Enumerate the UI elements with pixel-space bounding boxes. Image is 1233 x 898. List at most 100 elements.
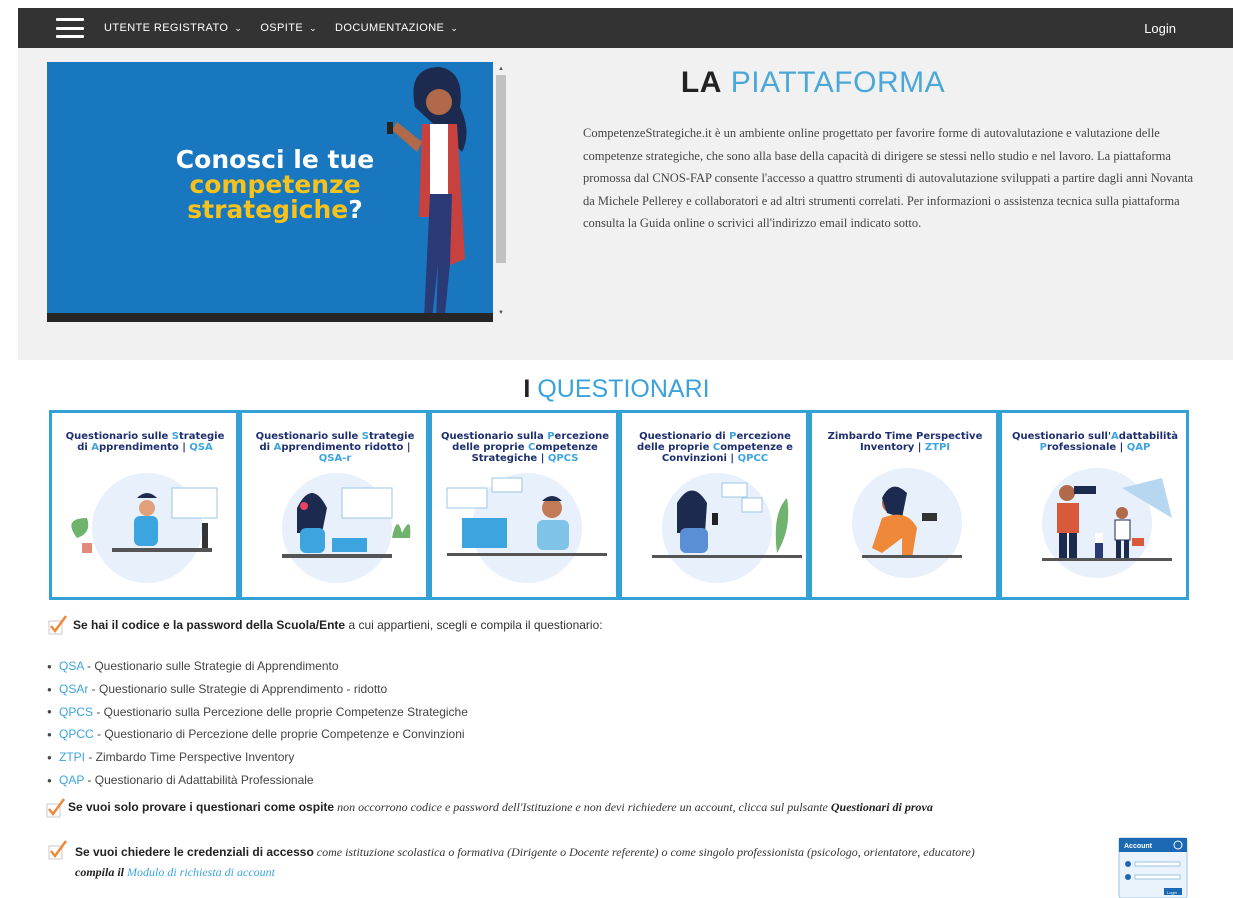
bullet-icon: ● [47,684,52,694]
platform-description: CompetenzeStrategiche.it è un ambiente o… [583,126,1194,230]
questionnaire-card-ztpi[interactable]: Zimbardo Time Perspective Inventory | ZT… [809,410,999,600]
card-code: QAP [1126,442,1151,453]
menu-label: UTENTE REGISTRATO [104,22,229,34]
bullet-icon: ● [47,753,52,763]
account-icon-label: Account [1124,843,1153,850]
card-title: Questionario sulle Strategie di Apprendi… [250,431,420,464]
questionnaire-link[interactable]: QPCS [59,705,93,719]
questionnaire-link[interactable]: ZTPI [59,750,85,764]
menu-utente-registrato[interactable]: UTENTE REGISTRATO ⌄ [104,22,242,34]
card-title: Zimbardo Time Perspective Inventory | ZT… [820,431,990,453]
card-code: ZTPI [924,442,951,453]
questionnaire-card-qpcc[interactable]: Questionario di Percezione delle proprie… [619,410,809,600]
questionnaire-description: - Questionario di Percezione delle propr… [93,727,465,742]
scrollbar-thumb[interactable] [496,75,506,263]
card-title-highlight: A [91,442,100,453]
questionnaire-description: - Questionario di Adattabilità Professio… [84,773,314,788]
woman-illustration [387,67,467,321]
title-bold: I [523,375,531,403]
card-title-highlight: S [171,431,179,442]
card-title-text: Questionario sulla [441,431,548,442]
card-title-highlight: P [547,431,555,442]
card-title-text: Questionario sull' [1012,431,1112,442]
chevron-down-icon: ⌄ [234,22,243,33]
questionnaire-link[interactable]: QAP [59,773,84,787]
card-title: Questionario di Percezione delle proprie… [630,431,800,464]
scroll-down-icon[interactable]: ▼ [494,308,508,318]
instruction-registered: Se hai il codice e la password della Scu… [73,618,603,632]
questionnaire-card-qsa[interactable]: Questionario sulle Strategie di Apprendi… [49,410,239,600]
questionnaire-link[interactable]: QPCC [59,727,94,741]
questionnaire-card-qpcs[interactable]: Questionario sulla Percezione delle prop… [429,410,619,600]
instruction-bold: Se hai il codice e la password della Scu… [73,618,346,632]
card-title: Questionario sulle Strategie di Apprendi… [60,431,230,453]
instruction-request-credentials: Se vuoi chiedere le credenziali di acces… [75,842,1085,882]
hero-section: Conosci le tue competenze strategiche? ▲… [18,48,1233,360]
top-navbar: UTENTE REGISTRATO ⌄ OSPITE ⌄ DOCUMENTAZION… [18,8,1233,48]
card-title-text: Questionario di [639,431,730,442]
card-title-text: rofessionale | [1046,442,1127,453]
hero-slide: Conosci le tue competenze strategiche? [47,62,493,321]
scroll-up-icon[interactable]: ▲ [494,64,508,74]
card-code: QSA-r [318,453,352,464]
card-title-text: Zimbardo Time Perspective [827,431,983,442]
list-item: ● QSAr - Questionario sulle Strategie di … [47,678,468,701]
list-item: ● QSA - Questionario sulle Strategie di A… [47,655,468,678]
card-title-text: dattabilità [1118,431,1178,442]
account-request-form-link[interactable]: Modulo di richiesta di account [127,865,275,879]
list-item: ● ZTPI - Zimbardo Time Perspective Invent… [47,746,468,769]
card-title: Questionario sull'Adattabilità Professio… [1010,431,1180,453]
questionnaires-title: I QUESTIONARI [0,375,1233,404]
login-link[interactable]: Login [1144,21,1176,36]
questionnaire-link[interactable]: QSAr [59,682,88,696]
bullet-icon: ● [47,775,52,785]
card-illustration [852,468,962,578]
card-title-text: pprendimento ridotto | [281,442,411,453]
list-item: ● QPCS - Questionario sulla Percezione de… [47,701,468,724]
checkmark-icon [48,840,68,860]
instruction-text: a cui appartieni, scegli e compila il qu… [345,618,603,632]
menu-label: DOCUMENTAZIONE [335,22,445,34]
questionnaire-link[interactable]: QSA [59,659,84,673]
questionnaire-description: - Zimbardo Time Perspective Inventory [85,750,295,765]
card-title-highlight: S [361,431,369,442]
card-title-highlight: P [1039,442,1047,453]
questionnaire-card-qap[interactable]: Questionario sull'Adattabilità Professio… [999,410,1189,600]
questionnaire-description: - Questionario sulle Strategie di Appren… [88,681,388,696]
card-title-text: Questionario sulle [65,431,172,442]
instruction-compila: compila il [75,865,127,879]
bullet-icon: ● [47,707,52,717]
card-illustration [1042,468,1172,578]
questionnaire-list: ● QSA - Questionario sulle Strategie di A… [47,655,468,792]
card-code: QPCC [737,453,769,464]
instruction-italic: come istituzione scolastica o formativa … [313,845,975,859]
card-title-text: pprendimento | [99,442,190,453]
checkmark-icon [46,798,66,818]
card-illustration [71,473,218,583]
chevron-down-icon: ⌄ [450,22,459,33]
account-form-icon[interactable]: Account Login [1118,837,1188,898]
card-illustration [652,473,802,583]
card-title-text: Inventory | [859,442,925,453]
menu-ospite[interactable]: OSPITE ⌄ [260,22,317,34]
instruction-italic: non occorrono codice e password dell'Ist… [334,800,831,814]
title-light: PIATTAFORMA [730,66,946,99]
questionnaire-cards: Questionario sulle Strategie di Apprendi… [49,410,1191,600]
account-icon-button: Login [1167,890,1177,895]
title-light: QUESTIONARI [537,375,710,403]
list-item: ● QAP - Questionario di Adattabilità Prof… [47,769,468,792]
card-illustration [282,473,411,583]
instruction-bold: Se vuoi solo provare i questionari come … [68,800,335,814]
menu-documentazione[interactable]: DOCUMENTAZIONE ⌄ [335,22,458,34]
questionnaire-description: - Questionario sulle Strategie di Appren… [83,659,339,673]
card-code: QPCS [547,453,579,464]
hamburger-menu-icon[interactable] [56,18,84,38]
instruction-bold-italic: Questionari di prova [830,800,933,814]
questionnaire-card-qsa-r[interactable]: Questionario sulle Strategie di Apprendi… [239,410,429,600]
card-title: Questionario sulla Percezione delle prop… [440,431,610,464]
platform-title: LA PIATTAFORMA [578,66,1048,100]
instruction-guest: Se vuoi solo provare i questionari come … [68,800,933,815]
questionnaire-description: - Questionario sulla Percezione delle pr… [93,704,468,719]
card-illustration [446,473,607,583]
instruction-bold: Se vuoi chiedere le credenziali di acces… [75,845,314,859]
